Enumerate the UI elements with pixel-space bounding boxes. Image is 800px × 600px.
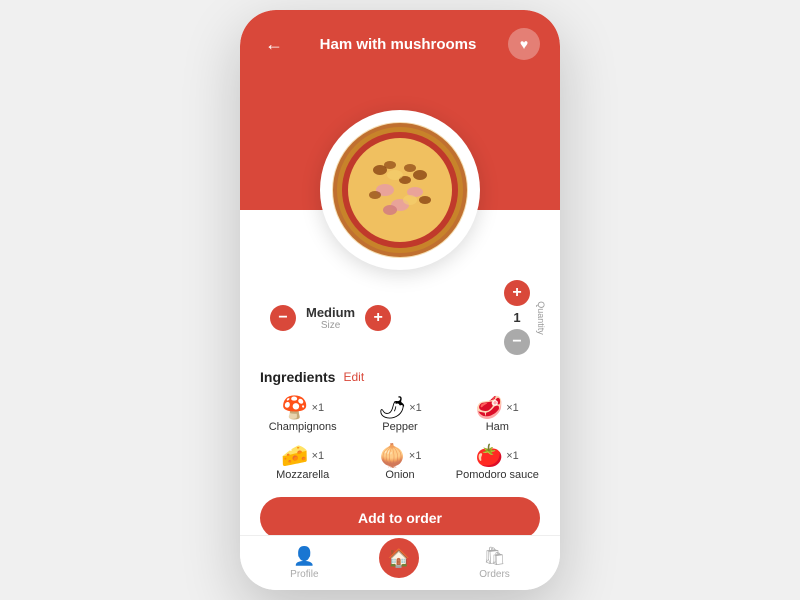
quantity-value: 1 <box>513 310 520 325</box>
edit-ingredients-link[interactable]: Edit <box>343 370 364 384</box>
mozzarella-icon: 🧀 <box>281 445 308 467</box>
size-decrease-button[interactable]: − <box>270 305 296 331</box>
ingredient-champignons: 🍄 ×1 Champignons <box>260 397 345 433</box>
header-top: ← Ham with mushrooms ♥ <box>260 28 540 60</box>
ingredient-ham: 🥩 ×1 Ham <box>455 397 540 433</box>
mozzarella-count: ×1 <box>312 450 325 462</box>
onion-icon: 🧅 <box>379 445 406 467</box>
pomodoro-icon-row: 🍅 ×1 <box>476 445 519 467</box>
size-display: Medium Size <box>306 305 355 331</box>
pepper-icon-row: 🌶 ×1 <box>378 397 421 419</box>
mozzarella-label: Mozzarella <box>276 469 329 481</box>
ham-label: Ham <box>486 421 509 433</box>
nav-home-button[interactable]: 🏠 <box>379 538 419 578</box>
onion-label: Onion <box>385 469 414 481</box>
add-to-order-button[interactable]: Add to order <box>260 497 540 535</box>
phone-container: ← Ham with mushrooms ♥ <box>240 10 560 590</box>
ingredient-mozzarella: 🧀 ×1 Mozzarella <box>260 445 345 481</box>
champignons-icon-row: 🍄 ×1 <box>281 397 324 419</box>
ingredient-pomodoro: 🍅 ×1 Pomodoro sauce <box>455 445 540 481</box>
size-control: − Medium Size + <box>270 305 391 331</box>
ham-count: ×1 <box>506 402 519 414</box>
size-increase-button[interactable]: + <box>365 305 391 331</box>
size-value: Medium <box>306 305 355 320</box>
onion-icon-row: 🧅 ×1 <box>379 445 422 467</box>
nav-orders[interactable]: 🛍 Orders <box>479 546 510 580</box>
nav-profile[interactable]: 👤 Profile <box>290 546 318 580</box>
ingredient-onion: 🧅 ×1 Onion <box>357 445 442 481</box>
pomodoro-icon: 🍅 <box>476 445 503 467</box>
quantity-control: + 1 − Quantity <box>504 280 530 355</box>
size-sublabel: Size <box>306 320 355 331</box>
pizza-image <box>330 120 470 260</box>
ham-icon-row: 🥩 ×1 <box>476 397 519 419</box>
home-icon: 🏠 <box>388 548 410 569</box>
ingredients-header: Ingredients Edit <box>260 369 540 385</box>
mozzarella-icon-row: 🧀 ×1 <box>281 445 324 467</box>
champignons-count: ×1 <box>312 402 325 414</box>
champignons-label: Champignons <box>269 421 337 433</box>
profile-icon: 👤 <box>293 546 315 567</box>
quantity-increase-button[interactable]: + <box>504 280 530 306</box>
back-button[interactable]: ← <box>260 30 288 58</box>
champignons-icon: 🍄 <box>281 397 308 419</box>
quantity-label: Quantity <box>536 301 546 335</box>
onion-count: ×1 <box>409 450 422 462</box>
controls-row: − Medium Size + + 1 − Quantity <box>260 280 540 355</box>
bottom-nav: 👤 Profile 🏠 🛍 Orders <box>240 535 560 590</box>
pizza-plate <box>320 110 480 270</box>
ingredients-grid: 🍄 ×1 Champignons 🌶 ×1 Pepper 🥩 ×1 Ham <box>260 397 540 481</box>
pepper-icon: 🌶 <box>378 397 406 419</box>
pepper-label: Pepper <box>382 421 417 433</box>
quantity-decrease-button[interactable]: − <box>504 329 530 355</box>
header-area: ← Ham with mushrooms ♥ <box>240 10 560 210</box>
orders-icon: 🛍 <box>483 546 506 567</box>
ingredient-pepper: 🌶 ×1 Pepper <box>357 397 442 433</box>
pomodoro-label: Pomodoro sauce <box>456 469 539 481</box>
ingredients-title: Ingredients <box>260 369 335 385</box>
nav-profile-label: Profile <box>290 569 318 580</box>
nav-orders-label: Orders <box>479 569 510 580</box>
page-title: Ham with mushrooms <box>320 36 477 53</box>
favorite-button[interactable]: ♥ <box>508 28 540 60</box>
pepper-count: ×1 <box>409 402 422 414</box>
pomodoro-count: ×1 <box>506 450 519 462</box>
ham-icon: 🥩 <box>476 397 503 419</box>
